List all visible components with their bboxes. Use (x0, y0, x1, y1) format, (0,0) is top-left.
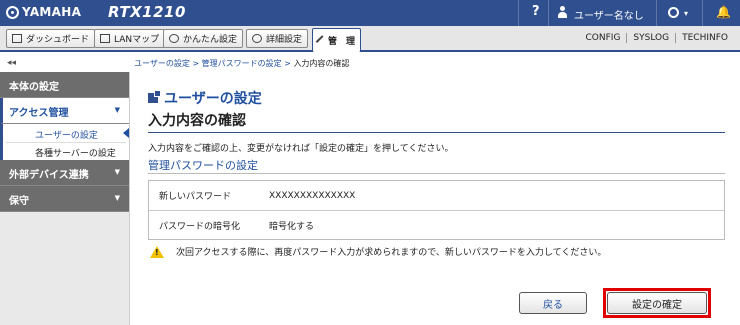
chevron-down-icon: ▼ (114, 168, 120, 176)
page-title: ユーザーの設定 (148, 88, 262, 108)
tab-lan-map[interactable]: LANマップ (94, 29, 166, 48)
dashboard-icon (12, 34, 22, 43)
divider (548, 0, 549, 26)
divider (518, 0, 519, 26)
bell-icon[interactable]: 🔔 (716, 5, 731, 19)
breadcrumb-current: 入力内容の確認 (293, 59, 350, 68)
tab-advanced-settings[interactable]: 詳細設定 (246, 29, 309, 48)
status-circle-icon[interactable] (668, 7, 679, 18)
syslog-link[interactable]: SYSLOG (626, 33, 675, 43)
top-bar: YAMAHA RTX1210 ? ユーザー名なし ▾ 🔔 (0, 0, 740, 26)
divider (148, 173, 725, 174)
tab-label: かんたん設定 (183, 35, 238, 45)
tab-easy-setup[interactable]: かんたん設定 (163, 29, 244, 48)
lan-map-icon (100, 34, 110, 43)
config-link[interactable]: CONFIG (580, 33, 627, 43)
tab-label: 管 理 (328, 37, 356, 47)
logo-text: YAMAHA (22, 5, 82, 19)
divider (702, 0, 703, 26)
confirm-settings-button[interactable]: 設定の確定 (607, 292, 707, 314)
help-button[interactable]: ? (532, 4, 540, 19)
warning-notice: ! 次回アクセスする際に、再度パスワード入力が求められますので、新しいパスワード… (150, 245, 606, 258)
sidebar-item-external-devices[interactable]: 外部デバイス連携 ▼ (0, 160, 129, 186)
sidebar-item-label: 本体の設定 (9, 82, 59, 93)
back-button[interactable]: 戻る (519, 292, 587, 314)
page-title-icon (148, 90, 161, 103)
row-value: XXXXXXXXXXXXXX (269, 190, 356, 201)
sidebar-item-access-management[interactable]: アクセス管理 ▼ (0, 98, 129, 124)
tab-label: LANマップ (114, 35, 160, 45)
sidebar-item-label: 外部デバイス連携 (9, 170, 89, 181)
row-label: 新しいパスワード (159, 192, 232, 202)
breadcrumb-separator: > (189, 59, 202, 68)
chevron-down-icon: ▼ (114, 106, 120, 114)
page-title-text: ユーザーの設定 (164, 91, 262, 107)
tab-management[interactable]: 管 理 (312, 28, 362, 52)
techinfo-link[interactable]: TECHINFO (675, 33, 734, 43)
tab-label: ダッシュボード (26, 35, 90, 45)
divider (148, 132, 725, 133)
yamaha-logo: YAMAHA (6, 5, 81, 19)
user-icon (558, 6, 567, 19)
settings-table: 新しいパスワード XXXXXXXXXXXXXX パスワードの暗号化 暗号化する (148, 180, 725, 240)
sidebar-item-label: アクセス管理 (9, 108, 69, 119)
tab-label: 詳細設定 (266, 35, 303, 45)
model-name: RTX1210 (108, 3, 186, 21)
sidebar-item-label: 各種サーバーの設定 (35, 149, 116, 159)
chevron-down-icon: ▼ (114, 194, 120, 202)
tab-dashboard[interactable]: ダッシュボード (6, 29, 96, 48)
divider (656, 0, 657, 26)
breadcrumb: ユーザーの設定 > 管理パスワードの設定 > 入力内容の確認 (134, 58, 349, 69)
sidebar-item-label: 保守 (9, 196, 29, 207)
wand-icon (169, 34, 179, 43)
warning-text: 次回アクセスする際に、再度パスワード入力が求められますので、新しいパスワードを入… (176, 248, 607, 258)
sidebar-item-device-settings[interactable]: 本体の設定 (0, 72, 129, 98)
sidebar-item-label: ユーザーの設定 (35, 131, 98, 141)
breadcrumb-item[interactable]: ユーザーの設定 (134, 59, 190, 68)
table-row: 新しいパスワード XXXXXXXXXXXXXX (149, 181, 724, 210)
sidebar-item-maintenance[interactable]: 保守 ▼ (0, 186, 129, 212)
chevron-down-icon[interactable]: ▾ (684, 9, 688, 18)
user-name[interactable]: ユーザー名なし (574, 7, 644, 22)
gear-icon (252, 34, 262, 43)
row-label: パスワードの暗号化 (159, 221, 241, 232)
row-value: 暗号化する (269, 221, 315, 232)
page-subtitle: 入力内容の確認 (148, 113, 246, 129)
utility-links: CONFIG SYSLOG TECHINFO (580, 33, 734, 43)
collapse-sidebar-icon[interactable]: ◂◂ (7, 58, 16, 68)
sidebar-subitem-server-settings[interactable]: 各種サーバーの設定 (0, 142, 129, 160)
breadcrumb-separator: > (281, 59, 294, 68)
wrench-icon (315, 35, 327, 46)
instruction-text: 入力内容をご確認の上、変更がなければ「設定の確定」を押してください。 (148, 144, 454, 154)
breadcrumb-item[interactable]: 管理パスワードの設定 (202, 59, 282, 68)
sidebar-subitem-user-settings[interactable]: ユーザーの設定 (0, 124, 129, 142)
table-row: パスワードの暗号化 暗号化する (149, 210, 724, 239)
section-title: 管理パスワードの設定 (148, 159, 258, 172)
nav-bar: ダッシュボード LANマップ かんたん設定 詳細設定 管 理 CONFIG SY… (0, 26, 740, 52)
warning-icon: ! (150, 245, 164, 258)
yamaha-logo-icon (6, 5, 19, 19)
sidebar: 本体の設定 アクセス管理 ▼ ユーザーの設定 各種サーバーの設定 外部デバイス連… (0, 72, 130, 325)
